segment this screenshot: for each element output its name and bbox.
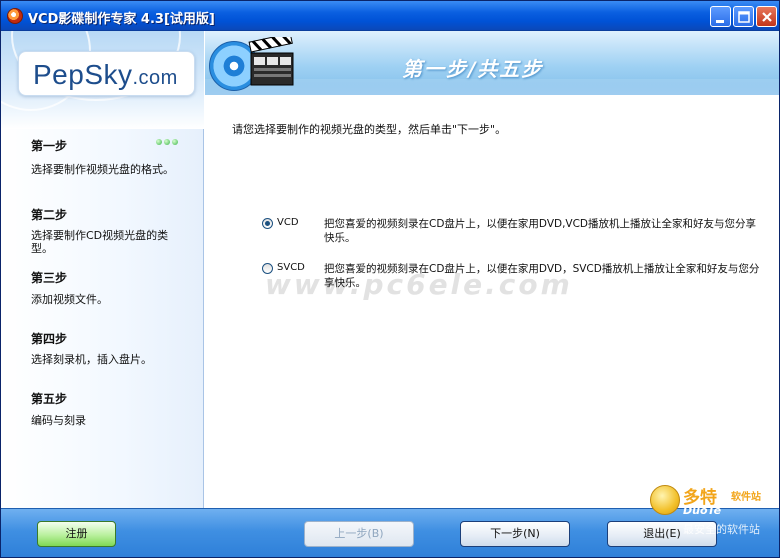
watermark-sub: 软件站 — [731, 492, 761, 503]
step-4-title: 第四步 — [31, 332, 68, 346]
title-bar[interactable]: VCD影碟制作专家 4.3[试用版] — [1, 1, 779, 31]
vcd-label[interactable]: VCD — [277, 217, 299, 228]
step-progress-title: 第一步/共五步 — [402, 57, 544, 81]
svcd-description: 把您喜爱的视频刻录在CD盘片上，以便在家用DVD，SVCD播放机上播放让全家和好… — [324, 263, 760, 289]
mascot-icon — [650, 485, 680, 515]
step-1-title: 第一步 — [31, 139, 68, 153]
svcd-radio[interactable] — [262, 263, 273, 274]
duote-watermark: 多特 软件站 DuoTe 最安全的软件站 — [646, 479, 778, 541]
sidebar-header: PepSky.com — [1, 31, 204, 129]
instruction-text: 请您选择要制作的视频光盘的类型，然后单击"下一步"。 — [232, 123, 507, 136]
window-title: VCD影碟制作专家 4.3[试用版] — [28, 12, 215, 27]
step-2-title: 第二步 — [31, 208, 68, 222]
content-panel: 请您选择要制作的视频光盘的类型，然后单击"下一步"。 www.pc6ele.co… — [205, 95, 779, 508]
watermark-latin: DuoTe — [683, 504, 722, 517]
minimize-icon — [716, 20, 724, 23]
step-5-desc: 编码与刻录 — [31, 414, 86, 427]
step-3-desc: 添加视频文件。 — [31, 293, 108, 306]
logo-suffix: .com — [132, 67, 178, 89]
register-button[interactable]: 注册 — [37, 521, 116, 547]
logo-main: PepSky — [33, 59, 133, 90]
active-step-indicator — [156, 139, 180, 147]
step-2-desc: 选择要制作CD视频光盘的类型。 — [31, 229, 169, 255]
minimize-button[interactable] — [710, 6, 731, 27]
next-step-button[interactable]: 下一步(N) — [460, 521, 570, 547]
indicator-dot — [156, 139, 162, 145]
watermark-slogan: 最安全的软件站 — [683, 523, 760, 536]
vcd-description: 把您喜爱的视频刻录在CD盘片上，以便在家用DVD,VCD播放机上播放让全家和好友… — [324, 218, 757, 244]
steps-sidebar: PepSky.com 第一步 选择要制作视频光盘的格式。 第二步 选择要制作CD… — [1, 31, 204, 508]
vcd-radio[interactable] — [262, 218, 273, 229]
step-3-title: 第三步 — [31, 271, 68, 285]
step-4-desc: 选择刻录机，插入盘片。 — [31, 353, 152, 366]
logo: PepSky.com — [18, 51, 195, 96]
maximize-icon — [738, 11, 750, 23]
svcd-label[interactable]: SVCD — [277, 262, 305, 273]
step-5-title: 第五步 — [31, 392, 68, 406]
step-banner: 第一步/共五步 — [205, 31, 779, 95]
step-1-desc: 选择要制作视频光盘的格式。 — [31, 163, 174, 176]
previous-step-button[interactable]: 上一步(B) — [304, 521, 414, 547]
app-window: VCD影碟制作专家 4.3[试用版] PepSky.com 第一步 选择要制作视… — [0, 0, 780, 558]
indicator-dot — [164, 139, 170, 145]
close-button[interactable] — [756, 6, 777, 27]
clapperboard-icon — [248, 37, 294, 86]
option-svcd[interactable]: SVCD 把您喜爱的视频刻录在CD盘片上，以便在家用DVD，SVCD播放机上播放… — [262, 262, 762, 292]
close-icon — [762, 12, 772, 22]
indicator-dot — [172, 139, 178, 145]
option-vcd[interactable]: VCD 把您喜爱的视频刻录在CD盘片上，以便在家用DVD,VCD播放机上播放让全… — [262, 217, 762, 247]
maximize-button[interactable] — [733, 6, 754, 27]
app-icon — [7, 8, 23, 24]
